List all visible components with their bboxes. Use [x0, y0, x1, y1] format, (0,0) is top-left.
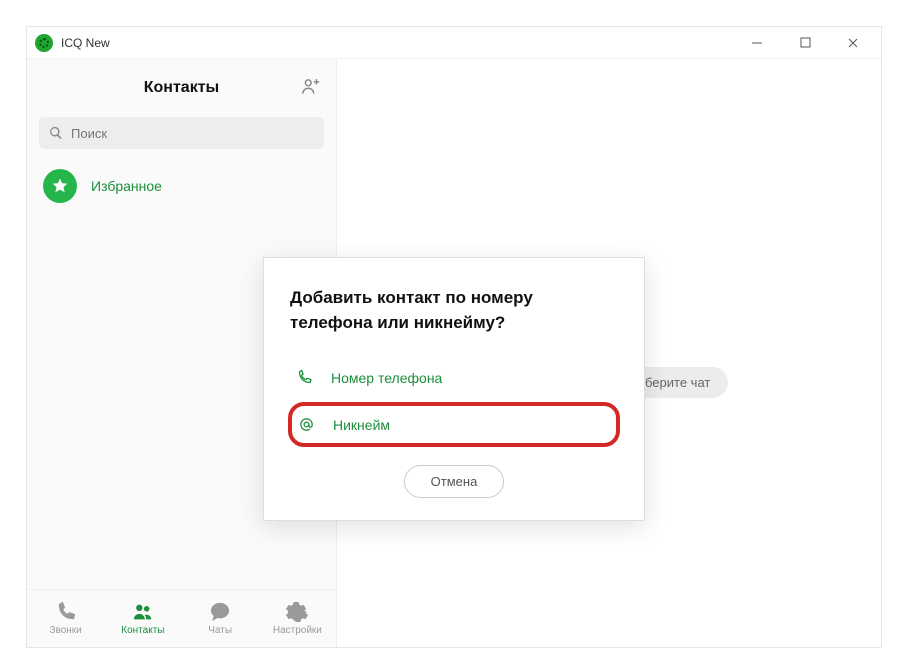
app-title: ICQ New: [61, 36, 110, 50]
option-nickname-label: Никнейм: [333, 417, 390, 433]
option-nickname[interactable]: Никнейм: [288, 402, 620, 447]
modal-backdrop: Добавить контакт по номеру телефона или …: [27, 59, 881, 647]
app-body: Контакты Избранное: [27, 59, 881, 647]
app-logo-icon: [35, 34, 53, 52]
option-phone-label: Номер телефона: [331, 370, 442, 386]
modal-actions: Отмена: [290, 465, 618, 498]
titlebar: ICQ New: [27, 27, 881, 59]
maximize-button[interactable]: [785, 29, 825, 57]
phone-icon: [296, 369, 313, 386]
minimize-icon: [751, 37, 763, 49]
minimize-button[interactable]: [737, 29, 777, 57]
at-icon: [298, 416, 315, 433]
cancel-button[interactable]: Отмена: [404, 465, 505, 498]
close-icon: [847, 37, 859, 49]
app-window: ICQ New Контакты: [26, 26, 882, 648]
option-phone[interactable]: Номер телефона: [290, 357, 618, 398]
modal-title: Добавить контакт по номеру телефона или …: [290, 286, 618, 335]
close-button[interactable]: [833, 29, 873, 57]
add-contact-modal: Добавить контакт по номеру телефона или …: [263, 257, 645, 521]
maximize-icon: [800, 37, 811, 48]
